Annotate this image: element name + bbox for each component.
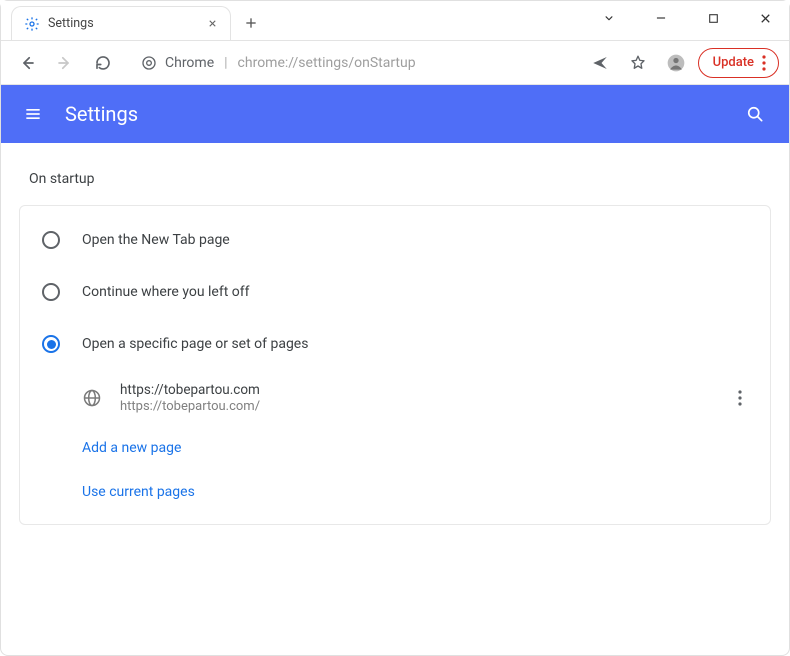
bookmark-star-button[interactable]: [622, 47, 654, 79]
profile-avatar-button[interactable]: [660, 47, 692, 79]
omnibox[interactable]: Chrome | chrome://settings/onStartup: [129, 48, 574, 78]
radio-specific-pages[interactable]: Open a specific page or set of pages: [20, 318, 770, 370]
settings-header: Settings: [1, 85, 789, 143]
omnibox-separator: |: [224, 55, 227, 71]
radio-open-new-tab[interactable]: Open the New Tab page: [20, 214, 770, 266]
update-label: Update: [713, 55, 754, 70]
reload-button[interactable]: [87, 47, 119, 79]
gear-icon: [24, 16, 40, 32]
omnibox-url-prefix: chrome://: [238, 55, 299, 71]
page-entry-title: https://tobepartou.com: [120, 382, 260, 398]
chrome-icon: [141, 55, 157, 71]
close-tab-button[interactable]: [205, 16, 220, 31]
radio-icon: [42, 283, 60, 301]
menu-dots-icon: [762, 55, 766, 71]
tab-title: Settings: [48, 16, 94, 31]
radio-icon: [42, 231, 60, 249]
add-page-label: Add a new page: [82, 440, 181, 456]
maximize-button[interactable]: [699, 4, 727, 32]
back-button[interactable]: [11, 47, 43, 79]
forward-button[interactable]: [49, 47, 81, 79]
page-title: Settings: [65, 102, 138, 126]
omnibox-url-path: settings/onStartup: [298, 55, 415, 71]
minimize-button[interactable]: [647, 4, 675, 32]
section-title: On startup: [29, 171, 771, 187]
radio-icon-selected: [42, 335, 60, 353]
radio-label: Open the New Tab page: [82, 232, 230, 248]
close-window-button[interactable]: [751, 4, 779, 32]
page-entry-url: https://tobepartou.com/: [120, 399, 260, 414]
content: On startup Open the New Tab page Continu…: [1, 143, 789, 547]
new-tab-button[interactable]: [237, 9, 265, 37]
send-icon[interactable]: [584, 47, 616, 79]
globe-icon: [82, 388, 102, 408]
update-button[interactable]: Update: [698, 48, 779, 78]
radio-label: Continue where you left off: [82, 284, 250, 300]
tab-settings[interactable]: Settings: [11, 6, 231, 40]
search-button[interactable]: [739, 98, 771, 130]
caret-down-icon[interactable]: [595, 4, 623, 32]
radio-continue[interactable]: Continue where you left off: [20, 266, 770, 318]
menu-button[interactable]: [19, 100, 47, 128]
omnibox-chip: Chrome: [165, 55, 214, 71]
radio-label: Open a specific page or set of pages: [82, 336, 308, 352]
use-current-label: Use current pages: [82, 484, 195, 500]
use-current-pages-link[interactable]: Use current pages: [20, 470, 770, 514]
page-entry-more-button[interactable]: [732, 384, 748, 412]
startup-card: Open the New Tab page Continue where you…: [19, 205, 771, 525]
toolbar: Chrome | chrome://settings/onStartup Upd…: [1, 41, 789, 85]
startup-page-entry: https://tobepartou.com https://tobeparto…: [20, 370, 770, 426]
add-page-link[interactable]: Add a new page: [20, 426, 770, 470]
